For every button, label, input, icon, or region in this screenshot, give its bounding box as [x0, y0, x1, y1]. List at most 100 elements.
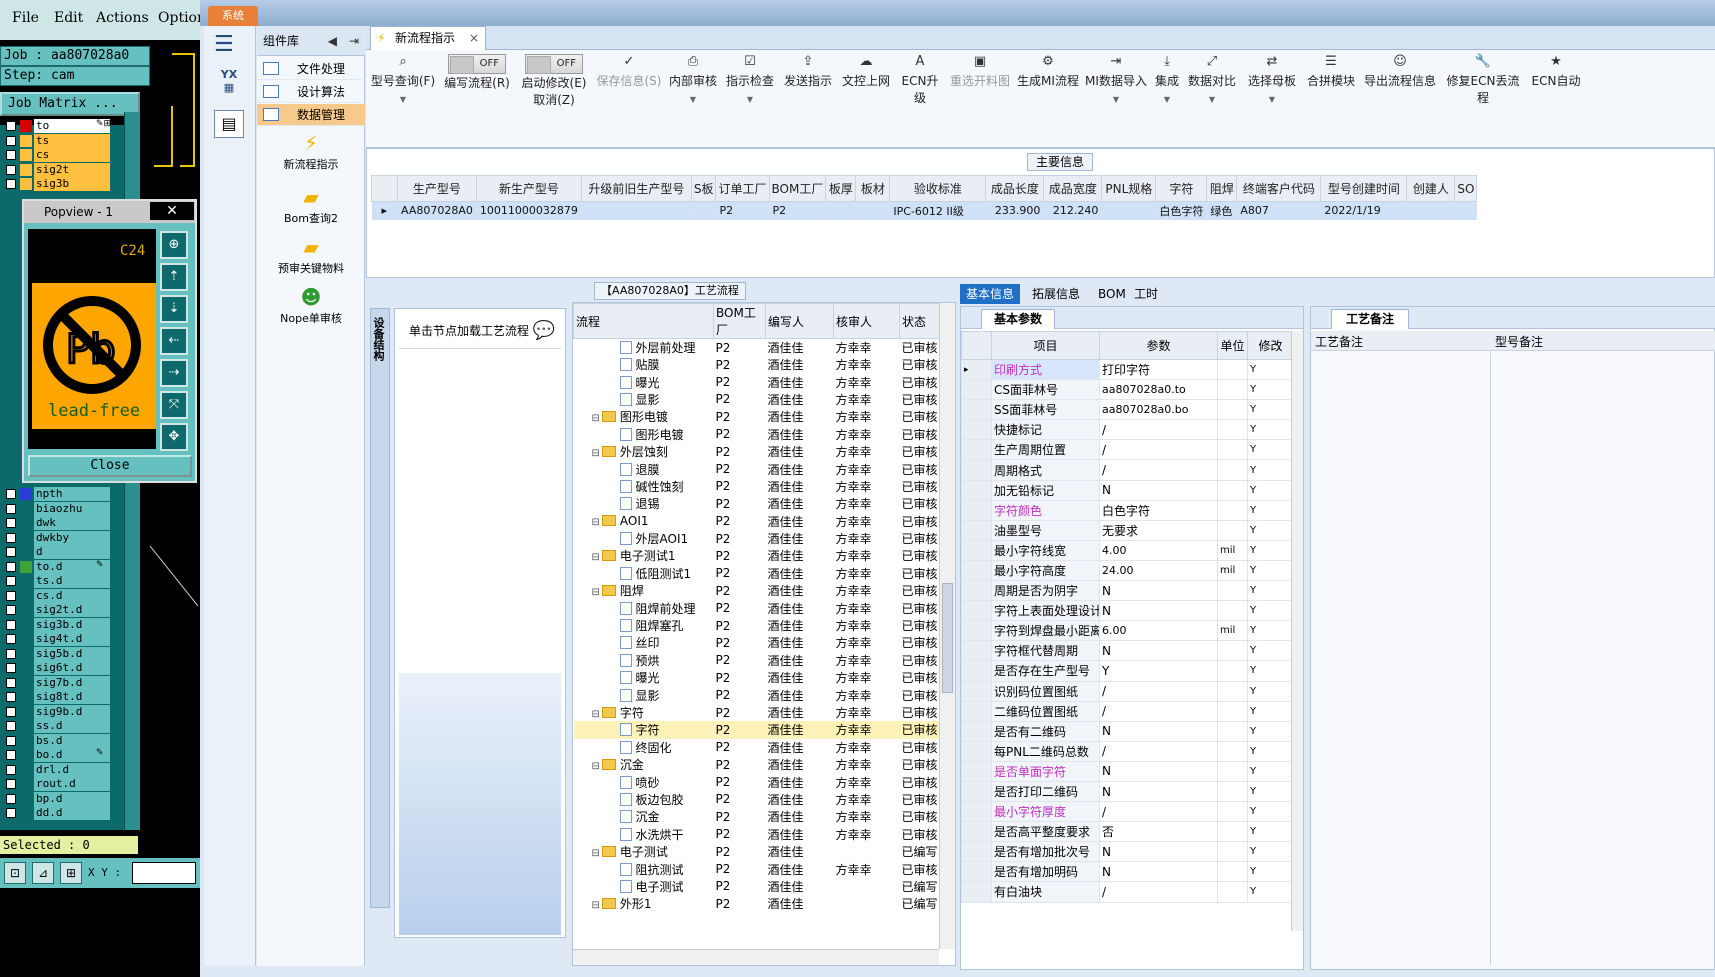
- ribbon-button-17[interactable]: 🔧 修复ECN丢流程: [1444, 54, 1522, 106]
- layer-row[interactable]: bo.d ✎: [0, 748, 140, 762]
- popview-close-button[interactable]: Close: [28, 455, 192, 477]
- layer-checkbox[interactable]: [6, 547, 16, 557]
- column-header[interactable]: 成品宽度: [1043, 175, 1103, 202]
- pan-up-icon[interactable]: ⇡: [160, 263, 188, 291]
- param-modify[interactable]: Y: [1247, 780, 1294, 803]
- param-row[interactable]: 是否存在生产型号 Y Y: [961, 660, 1294, 682]
- ribbon-button-11[interactable]: ⇥ MI数据导入 ▼: [1084, 54, 1148, 104]
- param-modify[interactable]: Y: [1247, 399, 1294, 421]
- expand-icon[interactable]: ⊟: [592, 517, 600, 528]
- layer-row[interactable]: dwk: [0, 516, 140, 530]
- param-row[interactable]: 识别码位置图纸 / Y: [961, 680, 1294, 702]
- tree-node[interactable]: 退锡 P2 酒佳佳 方幸幸 已审核: [574, 495, 946, 512]
- column-header[interactable]: 升级前旧生产型号: [580, 175, 692, 202]
- param-row[interactable]: SS面菲林号 aa807028a0.bo Y: [961, 399, 1294, 421]
- layer-checkbox[interactable]: [6, 692, 16, 702]
- tab-extended-info[interactable]: 拓展信息: [1026, 284, 1086, 304]
- comp-data-management[interactable]: 数据管理: [257, 104, 365, 126]
- layer-checkbox[interactable]: [6, 121, 16, 131]
- layer-checkbox[interactable]: [6, 179, 16, 189]
- layer-row[interactable]: rout.d: [0, 777, 140, 791]
- param-modify[interactable]: Y: [1247, 479, 1294, 501]
- param-value[interactable]: /: [1099, 700, 1218, 722]
- process-tree[interactable]: 流程 BOM工厂 编写人 核审人 状态 外层前处理 P2 酒佳佳 方幸幸 已审核 贴膜 P2 酒佳佳方…: [572, 302, 956, 966]
- param-value[interactable]: N: [1099, 861, 1218, 883]
- tree-node[interactable]: 丝印 P2 酒佳佳 方幸幸 已审核: [574, 634, 946, 651]
- param-modify[interactable]: Y: [1247, 519, 1294, 541]
- layer-checkbox[interactable]: [6, 721, 16, 731]
- dropdown-arrow-icon[interactable]: ▼: [1244, 95, 1300, 104]
- param-modify[interactable]: Y: [1247, 358, 1294, 381]
- column-header[interactable]: 阻焊: [1206, 175, 1238, 202]
- ribbon-button-3[interactable]: ✓ 保存信息(S): [594, 54, 664, 89]
- equipment-structure-tab[interactable]: 设备结构: [370, 308, 390, 908]
- param-row[interactable]: 周期格式 / Y: [961, 459, 1294, 481]
- param-value[interactable]: /: [1099, 419, 1218, 441]
- tree-node[interactable]: 字符 P2 酒佳佳 方幸幸 已审核: [573, 721, 946, 739]
- param-modify[interactable]: Y: [1247, 620, 1294, 642]
- tree-node[interactable]: 图形电镀 P2 酒佳佳 方幸幸 已审核: [574, 426, 946, 443]
- tree-node[interactable]: 外层AOI1 P2 酒佳佳 方幸幸 已审核: [574, 530, 946, 547]
- tree-node[interactable]: ⊟ 外形1 P2 酒佳佳 已编写: [574, 895, 946, 912]
- column-header[interactable]: 新生产型号: [475, 175, 582, 202]
- layer-row[interactable]: dd.d: [0, 806, 140, 820]
- layer-checkbox[interactable]: [6, 590, 16, 601]
- tree-node[interactable]: 外层前处理 P2 酒佳佳 方幸幸 已审核: [574, 339, 946, 357]
- layer-checkbox[interactable]: [6, 518, 16, 528]
- param-row[interactable]: 最小字符厚度 / Y: [961, 801, 1294, 823]
- layer-checkbox[interactable]: [6, 532, 16, 543]
- param-modify[interactable]: Y: [1247, 680, 1294, 702]
- tree-node[interactable]: 低阻测试1 P2 酒佳佳 方幸幸 已审核: [574, 565, 946, 582]
- layer-row[interactable]: to.d ✎: [0, 559, 140, 574]
- layer-checkbox[interactable]: [6, 489, 16, 499]
- nope-review-shortcut[interactable]: ☻ Nope单审核: [257, 286, 365, 326]
- param-row[interactable]: 字符上表面处理设计 N Y: [961, 600, 1294, 622]
- param-value[interactable]: 打印字符: [1099, 358, 1218, 381]
- process-remark-area[interactable]: [1311, 353, 1491, 965]
- layer-checkbox[interactable]: [6, 779, 16, 789]
- ribbon-button-8[interactable]: A ECN升级: [896, 54, 944, 106]
- param-value[interactable]: Y: [1099, 660, 1218, 682]
- layer-checkbox[interactable]: [6, 164, 16, 175]
- layer-row[interactable]: sig3b: [0, 177, 140, 191]
- column-header[interactable]: 修改: [1247, 331, 1294, 360]
- column-header[interactable]: BOM工厂: [713, 303, 766, 339]
- param-value[interactable]: /: [1099, 439, 1218, 461]
- column-header[interactable]: 验收标准: [889, 175, 987, 202]
- param-modify[interactable]: Y: [1247, 600, 1294, 622]
- tree-node[interactable]: 显影 P2 酒佳佳 方幸幸 已审核: [574, 391, 946, 408]
- param-value[interactable]: 4.00: [1099, 539, 1218, 561]
- dropdown-arrow-icon[interactable]: ▼: [666, 95, 720, 104]
- column-header[interactable]: 编写人: [765, 303, 834, 339]
- param-row[interactable]: CS面菲林号 aa807028a0.to Y: [961, 379, 1294, 401]
- expand-icon[interactable]: ⊟: [592, 900, 600, 911]
- param-modify[interactable]: Y: [1247, 821, 1294, 843]
- tree-node[interactable]: 电子测试 P2 酒佳佳 已编写: [574, 878, 946, 895]
- tree-node[interactable]: 显影 P2 酒佳佳 方幸幸 已审核: [574, 686, 946, 703]
- column-header[interactable]: 字符: [1155, 175, 1208, 202]
- param-row[interactable]: 字符到焊盘最小距离 6.00 mil Y: [961, 620, 1294, 642]
- calculator-icon[interactable]: ▤: [214, 110, 244, 138]
- param-modify[interactable]: Y: [1247, 700, 1294, 722]
- expand-icon[interactable]: ⊟: [592, 761, 600, 772]
- layer-checkbox[interactable]: [6, 793, 16, 804]
- param-modify[interactable]: Y: [1247, 640, 1294, 662]
- menu-edit[interactable]: Edit: [54, 10, 83, 26]
- layer-checkbox[interactable]: [6, 503, 16, 514]
- column-header[interactable]: 板厚: [825, 175, 857, 202]
- param-value[interactable]: 无要求: [1099, 519, 1218, 541]
- layer-row[interactable]: sig2t.d: [0, 603, 140, 617]
- param-modify[interactable]: Y: [1247, 801, 1294, 823]
- param-value[interactable]: /: [1099, 740, 1218, 762]
- param-row[interactable]: 快捷标记 / Y: [961, 419, 1294, 441]
- param-row[interactable]: 是否有增加批次号 N Y: [961, 841, 1294, 863]
- layer-checkbox[interactable]: [6, 808, 16, 818]
- tab-basic-info[interactable]: 基本信息: [960, 284, 1021, 304]
- layer-row[interactable]: cs: [0, 148, 140, 162]
- pan-right-icon[interactable]: ⇢: [160, 359, 188, 387]
- param-row[interactable]: 是否有二维码 N Y: [961, 720, 1294, 742]
- param-row[interactable]: 是否打印二维码 N Y: [961, 780, 1294, 803]
- tree-node[interactable]: 板边包胶 P2 酒佳佳 方幸幸 已审核: [574, 791, 946, 808]
- param-value[interactable]: N: [1099, 600, 1218, 622]
- param-value[interactable]: aa807028a0.bo: [1099, 399, 1218, 421]
